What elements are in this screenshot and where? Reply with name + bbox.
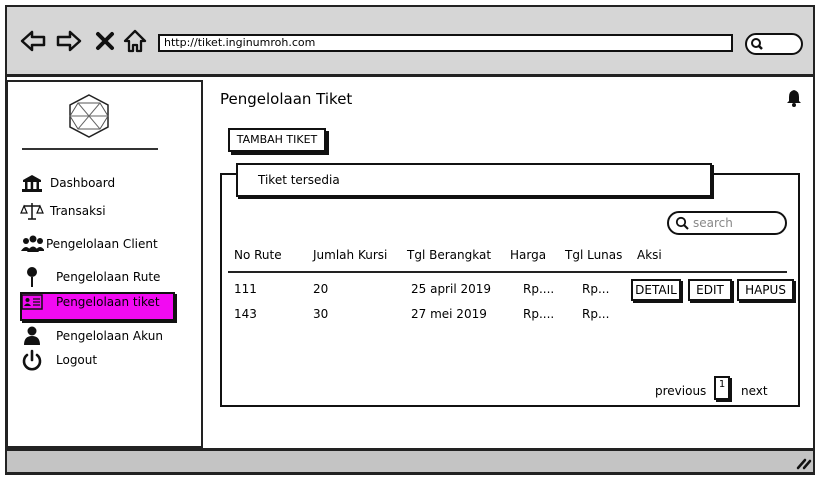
sidebar-item-transaksi[interactable]: Transaksi bbox=[20, 200, 106, 222]
search-icon bbox=[751, 38, 763, 50]
table-search-input[interactable]: search bbox=[667, 211, 787, 235]
scales-icon bbox=[20, 201, 44, 221]
id-card-icon bbox=[20, 292, 44, 312]
pagination-next[interactable]: next bbox=[741, 384, 768, 398]
column-header: No Rute bbox=[234, 248, 282, 262]
search-placeholder: search bbox=[693, 216, 733, 230]
table-cell: 143 bbox=[234, 307, 257, 321]
table-cell: 27 mei 2019 bbox=[411, 307, 487, 321]
sidebar-item-label: Pengelolaan Akun bbox=[56, 329, 163, 343]
panel-title: Tiket tersedia bbox=[236, 163, 712, 197]
page-title: Pengelolaan Tiket bbox=[220, 90, 353, 108]
table-cell: 25 april 2019 bbox=[411, 282, 492, 296]
delete-button[interactable]: HAPUS bbox=[737, 279, 794, 301]
resize-handle-icon[interactable] bbox=[794, 452, 812, 470]
column-header: Jumlah Kursi bbox=[313, 248, 388, 262]
sidebar-item-pengelolaan-client[interactable]: Pengelolaan Client bbox=[20, 233, 158, 255]
column-header: Harga bbox=[510, 248, 547, 262]
table-cell: 30 bbox=[313, 307, 329, 321]
power-icon bbox=[20, 349, 44, 371]
pagination-previous[interactable]: previous bbox=[655, 384, 706, 398]
sidebar-item-label: Transaksi bbox=[50, 204, 106, 218]
table-cell: Rp... bbox=[582, 282, 610, 296]
browser-status-bar bbox=[5, 448, 815, 474]
search-icon bbox=[675, 216, 689, 230]
sidebar-item-pengelolaan-rute[interactable]: Pengelolaan Rute bbox=[20, 266, 160, 288]
table-cell: Rp.... bbox=[523, 307, 555, 321]
sidebar-divider bbox=[22, 148, 158, 150]
home-icon[interactable] bbox=[120, 28, 150, 54]
pagination-page[interactable]: 1 bbox=[714, 376, 730, 400]
table-header-divider bbox=[228, 271, 787, 273]
user-icon bbox=[20, 326, 44, 346]
table-cell: 111 bbox=[234, 282, 257, 296]
column-header: Aksi bbox=[637, 248, 662, 262]
bank-icon bbox=[20, 173, 44, 193]
add-ticket-button[interactable]: TAMBAH TIKET bbox=[228, 128, 326, 152]
sidebar-item-label: Logout bbox=[56, 353, 98, 367]
logo-icon bbox=[69, 94, 109, 138]
back-arrow-icon[interactable] bbox=[18, 28, 48, 54]
pin-icon bbox=[20, 267, 44, 287]
close-icon[interactable] bbox=[90, 28, 120, 54]
column-header: Tgl Berangkat bbox=[407, 248, 492, 262]
detail-button[interactable]: DETAIL bbox=[631, 279, 681, 301]
sidebar-item-label: Pengelolaan tiket bbox=[56, 295, 160, 309]
table-cell: Rp.... bbox=[523, 282, 555, 296]
sidebar-item-label: Pengelolaan Rute bbox=[56, 270, 161, 284]
table-cell: 20 bbox=[313, 282, 329, 296]
browser-search-box[interactable] bbox=[745, 33, 803, 55]
edit-button[interactable]: EDIT bbox=[688, 279, 732, 301]
address-bar[interactable]: http://tiket.inginumroh.com bbox=[158, 34, 733, 52]
sidebar-item-label: Pengelolaan Client bbox=[46, 237, 158, 251]
sidebar-item-dashboard[interactable]: Dashboard bbox=[20, 172, 115, 194]
table-cell: Rp... bbox=[582, 307, 610, 321]
column-header: Tgl Lunas bbox=[565, 248, 623, 262]
sidebar-item-pengelolaan-akun[interactable]: Pengelolaan Akun bbox=[20, 325, 163, 347]
forward-arrow-icon[interactable] bbox=[54, 28, 84, 54]
sidebar-item-logout[interactable]: Logout bbox=[20, 349, 97, 371]
users-icon bbox=[20, 234, 44, 254]
sidebar-item-label: Dashboard bbox=[50, 176, 116, 190]
sidebar-item-pengelolaan-tiket[interactable]: Pengelolaan tiket bbox=[20, 291, 160, 313]
bell-icon[interactable] bbox=[785, 89, 803, 107]
